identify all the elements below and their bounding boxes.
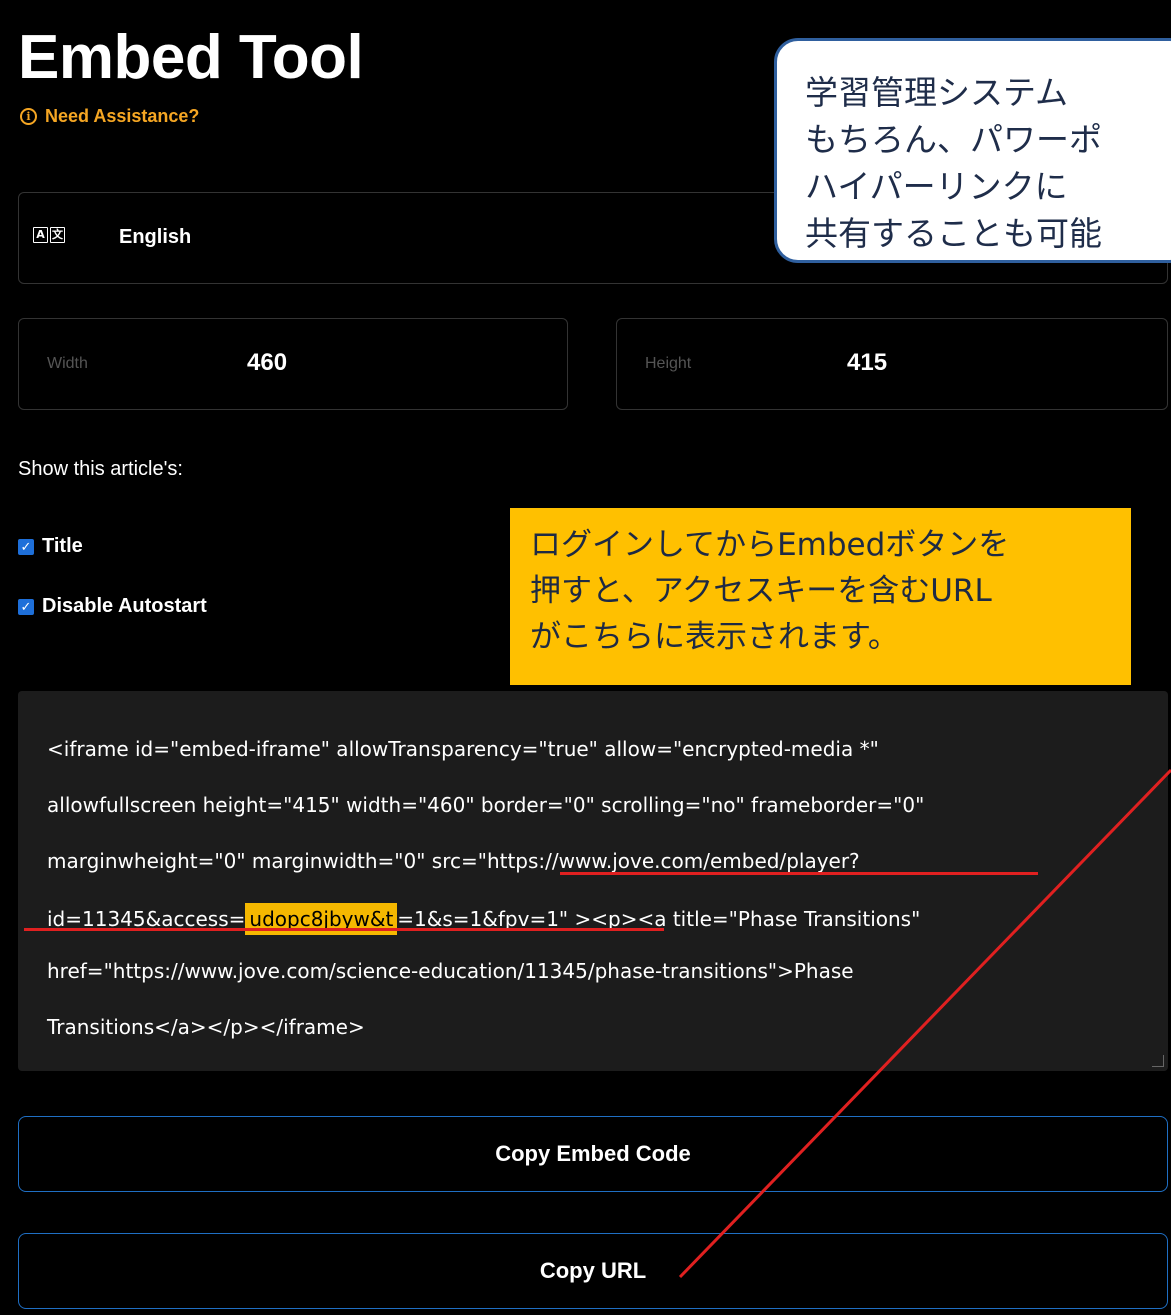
annotation-pointer-line bbox=[678, 768, 1171, 1279]
